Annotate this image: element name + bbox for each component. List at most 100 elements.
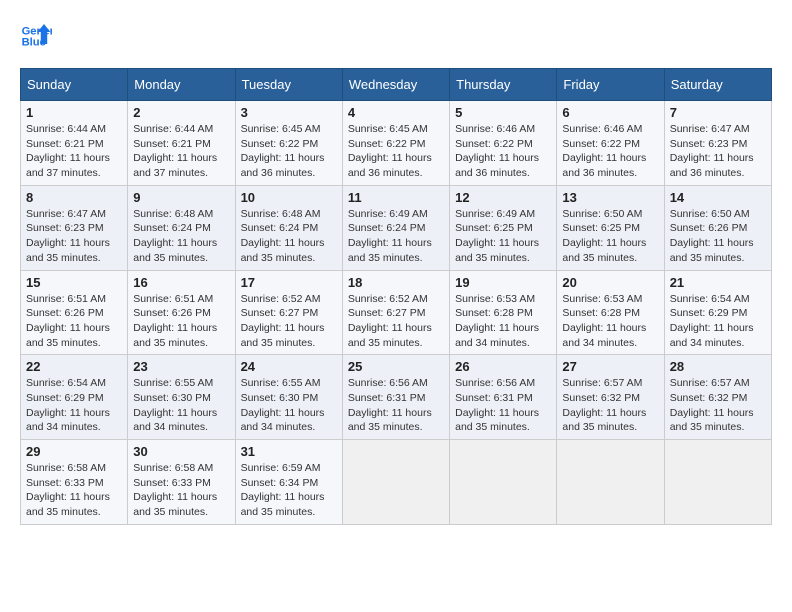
day-detail: Sunrise: 6:48 AM Sunset: 6:24 PM Dayligh…: [133, 207, 229, 266]
day-detail: Sunrise: 6:47 AM Sunset: 6:23 PM Dayligh…: [670, 122, 766, 181]
calendar-cell: 8 Sunrise: 6:47 AM Sunset: 6:23 PM Dayli…: [21, 185, 128, 270]
calendar-cell: 21 Sunrise: 6:54 AM Sunset: 6:29 PM Dayl…: [664, 270, 771, 355]
day-detail: Sunrise: 6:47 AM Sunset: 6:23 PM Dayligh…: [26, 207, 122, 266]
day-number: 5: [455, 105, 551, 120]
day-number: 4: [348, 105, 444, 120]
day-number: 12: [455, 190, 551, 205]
calendar-cell: 23 Sunrise: 6:55 AM Sunset: 6:30 PM Dayl…: [128, 355, 235, 440]
day-number: 7: [670, 105, 766, 120]
day-detail: Sunrise: 6:54 AM Sunset: 6:29 PM Dayligh…: [670, 292, 766, 351]
calendar-cell: 28 Sunrise: 6:57 AM Sunset: 6:32 PM Dayl…: [664, 355, 771, 440]
logo: General Blue: [20, 20, 52, 52]
day-number: 24: [241, 359, 337, 374]
calendar-cell: [557, 440, 664, 525]
calendar-cell: 1 Sunrise: 6:44 AM Sunset: 6:21 PM Dayli…: [21, 101, 128, 186]
calendar-cell: 5 Sunrise: 6:46 AM Sunset: 6:22 PM Dayli…: [450, 101, 557, 186]
day-number: 25: [348, 359, 444, 374]
day-detail: Sunrise: 6:54 AM Sunset: 6:29 PM Dayligh…: [26, 376, 122, 435]
page-header: General Blue: [20, 20, 772, 52]
day-number: 21: [670, 275, 766, 290]
calendar-cell: 17 Sunrise: 6:52 AM Sunset: 6:27 PM Dayl…: [235, 270, 342, 355]
weekday-header-thursday: Thursday: [450, 69, 557, 101]
calendar-cell: 10 Sunrise: 6:48 AM Sunset: 6:24 PM Dayl…: [235, 185, 342, 270]
day-number: 31: [241, 444, 337, 459]
calendar-cell: [450, 440, 557, 525]
calendar-cell: 30 Sunrise: 6:58 AM Sunset: 6:33 PM Dayl…: [128, 440, 235, 525]
day-number: 20: [562, 275, 658, 290]
calendar-week-3: 15 Sunrise: 6:51 AM Sunset: 6:26 PM Dayl…: [21, 270, 772, 355]
calendar-cell: [342, 440, 449, 525]
calendar-cell: 9 Sunrise: 6:48 AM Sunset: 6:24 PM Dayli…: [128, 185, 235, 270]
calendar-cell: 14 Sunrise: 6:50 AM Sunset: 6:26 PM Dayl…: [664, 185, 771, 270]
day-detail: Sunrise: 6:44 AM Sunset: 6:21 PM Dayligh…: [133, 122, 229, 181]
day-detail: Sunrise: 6:57 AM Sunset: 6:32 PM Dayligh…: [670, 376, 766, 435]
day-detail: Sunrise: 6:52 AM Sunset: 6:27 PM Dayligh…: [241, 292, 337, 351]
day-number: 28: [670, 359, 766, 374]
day-number: 8: [26, 190, 122, 205]
day-detail: Sunrise: 6:44 AM Sunset: 6:21 PM Dayligh…: [26, 122, 122, 181]
day-detail: Sunrise: 6:59 AM Sunset: 6:34 PM Dayligh…: [241, 461, 337, 520]
calendar-cell: 12 Sunrise: 6:49 AM Sunset: 6:25 PM Dayl…: [450, 185, 557, 270]
calendar-cell: 18 Sunrise: 6:52 AM Sunset: 6:27 PM Dayl…: [342, 270, 449, 355]
day-number: 26: [455, 359, 551, 374]
day-number: 10: [241, 190, 337, 205]
calendar-cell: 27 Sunrise: 6:57 AM Sunset: 6:32 PM Dayl…: [557, 355, 664, 440]
calendar-table: SundayMondayTuesdayWednesdayThursdayFrid…: [20, 68, 772, 525]
day-number: 1: [26, 105, 122, 120]
day-number: 30: [133, 444, 229, 459]
day-number: 14: [670, 190, 766, 205]
day-number: 17: [241, 275, 337, 290]
day-detail: Sunrise: 6:46 AM Sunset: 6:22 PM Dayligh…: [562, 122, 658, 181]
day-detail: Sunrise: 6:55 AM Sunset: 6:30 PM Dayligh…: [133, 376, 229, 435]
day-detail: Sunrise: 6:56 AM Sunset: 6:31 PM Dayligh…: [348, 376, 444, 435]
calendar-cell: 22 Sunrise: 6:54 AM Sunset: 6:29 PM Dayl…: [21, 355, 128, 440]
day-detail: Sunrise: 6:50 AM Sunset: 6:25 PM Dayligh…: [562, 207, 658, 266]
day-number: 22: [26, 359, 122, 374]
day-detail: Sunrise: 6:58 AM Sunset: 6:33 PM Dayligh…: [133, 461, 229, 520]
day-detail: Sunrise: 6:53 AM Sunset: 6:28 PM Dayligh…: [455, 292, 551, 351]
day-detail: Sunrise: 6:45 AM Sunset: 6:22 PM Dayligh…: [241, 122, 337, 181]
day-number: 9: [133, 190, 229, 205]
calendar-week-4: 22 Sunrise: 6:54 AM Sunset: 6:29 PM Dayl…: [21, 355, 772, 440]
calendar-cell: 15 Sunrise: 6:51 AM Sunset: 6:26 PM Dayl…: [21, 270, 128, 355]
day-number: 27: [562, 359, 658, 374]
logo-icon: General Blue: [20, 20, 52, 52]
day-detail: Sunrise: 6:48 AM Sunset: 6:24 PM Dayligh…: [241, 207, 337, 266]
calendar-cell: 3 Sunrise: 6:45 AM Sunset: 6:22 PM Dayli…: [235, 101, 342, 186]
calendar-cell: 20 Sunrise: 6:53 AM Sunset: 6:28 PM Dayl…: [557, 270, 664, 355]
day-number: 23: [133, 359, 229, 374]
calendar-cell: 6 Sunrise: 6:46 AM Sunset: 6:22 PM Dayli…: [557, 101, 664, 186]
day-detail: Sunrise: 6:49 AM Sunset: 6:24 PM Dayligh…: [348, 207, 444, 266]
day-detail: Sunrise: 6:46 AM Sunset: 6:22 PM Dayligh…: [455, 122, 551, 181]
calendar-cell: 29 Sunrise: 6:58 AM Sunset: 6:33 PM Dayl…: [21, 440, 128, 525]
day-number: 18: [348, 275, 444, 290]
day-detail: Sunrise: 6:51 AM Sunset: 6:26 PM Dayligh…: [133, 292, 229, 351]
day-number: 6: [562, 105, 658, 120]
day-detail: Sunrise: 6:55 AM Sunset: 6:30 PM Dayligh…: [241, 376, 337, 435]
day-number: 29: [26, 444, 122, 459]
weekday-header-monday: Monday: [128, 69, 235, 101]
calendar-cell: 26 Sunrise: 6:56 AM Sunset: 6:31 PM Dayl…: [450, 355, 557, 440]
calendar-cell: 7 Sunrise: 6:47 AM Sunset: 6:23 PM Dayli…: [664, 101, 771, 186]
day-detail: Sunrise: 6:58 AM Sunset: 6:33 PM Dayligh…: [26, 461, 122, 520]
calendar-cell: 31 Sunrise: 6:59 AM Sunset: 6:34 PM Dayl…: [235, 440, 342, 525]
weekday-header-tuesday: Tuesday: [235, 69, 342, 101]
day-number: 3: [241, 105, 337, 120]
day-number: 15: [26, 275, 122, 290]
day-detail: Sunrise: 6:53 AM Sunset: 6:28 PM Dayligh…: [562, 292, 658, 351]
weekday-header-saturday: Saturday: [664, 69, 771, 101]
day-detail: Sunrise: 6:51 AM Sunset: 6:26 PM Dayligh…: [26, 292, 122, 351]
day-number: 19: [455, 275, 551, 290]
day-detail: Sunrise: 6:57 AM Sunset: 6:32 PM Dayligh…: [562, 376, 658, 435]
calendar-week-1: 1 Sunrise: 6:44 AM Sunset: 6:21 PM Dayli…: [21, 101, 772, 186]
day-number: 2: [133, 105, 229, 120]
day-detail: Sunrise: 6:52 AM Sunset: 6:27 PM Dayligh…: [348, 292, 444, 351]
weekday-header-friday: Friday: [557, 69, 664, 101]
weekday-header-wednesday: Wednesday: [342, 69, 449, 101]
calendar-cell: 13 Sunrise: 6:50 AM Sunset: 6:25 PM Dayl…: [557, 185, 664, 270]
calendar-cell: 2 Sunrise: 6:44 AM Sunset: 6:21 PM Dayli…: [128, 101, 235, 186]
calendar-cell: 16 Sunrise: 6:51 AM Sunset: 6:26 PM Dayl…: [128, 270, 235, 355]
day-detail: Sunrise: 6:49 AM Sunset: 6:25 PM Dayligh…: [455, 207, 551, 266]
calendar-week-2: 8 Sunrise: 6:47 AM Sunset: 6:23 PM Dayli…: [21, 185, 772, 270]
calendar-cell: 4 Sunrise: 6:45 AM Sunset: 6:22 PM Dayli…: [342, 101, 449, 186]
